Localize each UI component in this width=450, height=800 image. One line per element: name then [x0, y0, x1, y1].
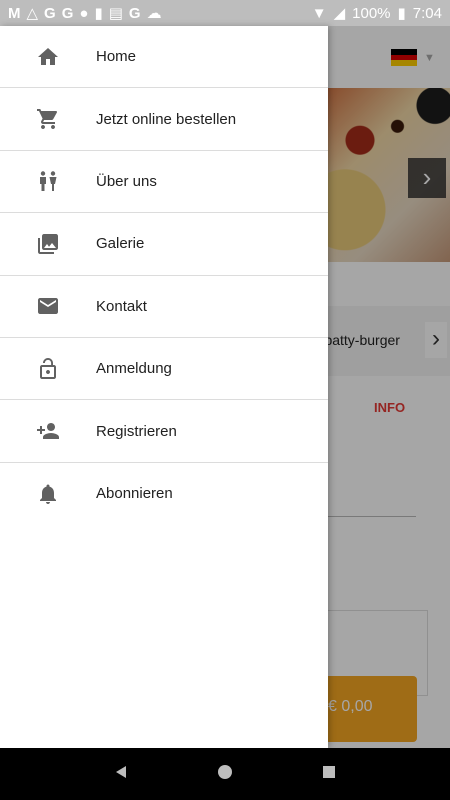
drawer-item-label: Abonnieren: [96, 485, 173, 503]
home-icon: [0, 45, 96, 69]
person-add-icon: [0, 419, 96, 443]
wifi-icon: ▼: [311, 4, 327, 22]
drawer-item-label: Anmeldung: [96, 360, 172, 378]
drawer-item-register[interactable]: Registrieren: [0, 400, 328, 463]
drawer-item-home[interactable]: Home: [0, 26, 328, 89]
drawer-item-label: Registrieren: [96, 422, 177, 440]
battery-percent: 100%: [352, 4, 391, 22]
bell-icon: [0, 482, 96, 506]
drawer-item-login[interactable]: Anmeldung: [0, 338, 328, 401]
drawer-item-about-us[interactable]: Über uns: [0, 151, 328, 214]
drawer-item-contact[interactable]: Kontakt: [0, 276, 328, 338]
circle-icon: ●: [79, 4, 89, 22]
drawer-item-order-online[interactable]: Jetzt online bestellen: [0, 88, 328, 151]
drawer-item-label: Kontakt: [96, 297, 147, 315]
google-icon: G: [61, 4, 74, 22]
drawer-item-label: Galerie: [96, 235, 145, 253]
triangle-drive-icon: △: [26, 5, 39, 22]
people-icon: [0, 169, 96, 193]
drawer-item-label: Home: [96, 48, 137, 66]
drawer-item-label: Über uns: [96, 172, 157, 190]
news-icon: ▤: [108, 5, 123, 22]
drawer-item-label: Jetzt online bestellen: [96, 110, 237, 128]
signal-icon: ◢: [333, 5, 346, 22]
recents-icon[interactable]: [322, 765, 336, 784]
gallery-icon: [0, 232, 96, 256]
notification-icons: M △ G G ● ▮ ▤ G ☁: [8, 4, 162, 23]
status-bar: M △ G G ● ▮ ▤ G ☁ ▼ ◢ 100% ▮ 7:04: [0, 0, 450, 26]
home-button-icon[interactable]: [217, 764, 233, 785]
gmail-icon: M: [8, 4, 21, 22]
sd-card-icon: ▮: [94, 5, 103, 22]
clock: 7:04: [412, 4, 442, 22]
cloud-icon: ☁: [146, 5, 162, 22]
google-icon: G: [44, 4, 56, 22]
lock-open-icon: [0, 357, 96, 381]
navigation-drawer: Home Jetzt online bestellen Über uns Gal…: [0, 26, 328, 748]
system-nav-bar: [0, 748, 450, 800]
battery-icon: ▮: [397, 5, 406, 22]
drawer-item-gallery[interactable]: Galerie: [0, 213, 328, 276]
cart-icon: [0, 107, 96, 131]
back-icon[interactable]: [114, 765, 128, 784]
google-icon: G: [128, 4, 141, 22]
mail-icon: [0, 294, 96, 318]
drawer-item-subscribe[interactable]: Abonnieren: [0, 463, 328, 525]
